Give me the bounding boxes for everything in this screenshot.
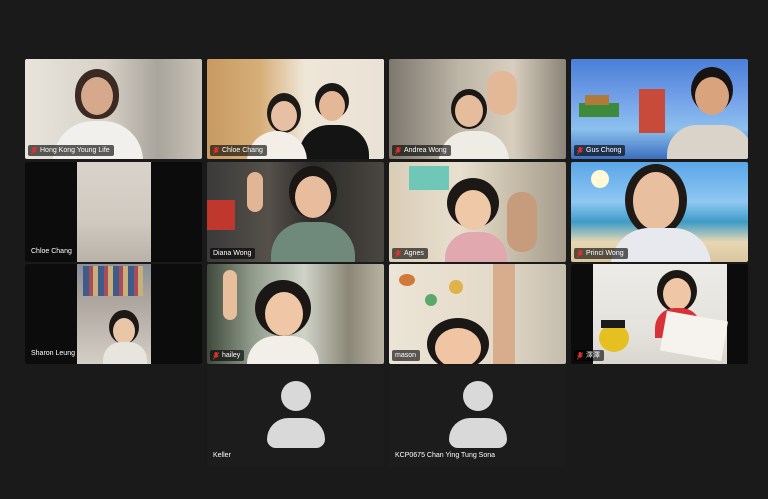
participant-name: Gus Chong	[586, 147, 622, 154]
muted-mic-icon	[213, 351, 219, 360]
name-tag: mason	[392, 350, 421, 361]
participant-name: Princi Wong	[586, 250, 624, 257]
participant-video	[571, 59, 748, 159]
participant-video	[571, 264, 748, 364]
muted-mic-icon	[577, 249, 583, 258]
name-tag: Diana Wong	[210, 248, 256, 259]
participant-video	[571, 162, 748, 262]
participant-name: Agnes	[404, 250, 424, 257]
name-tag: hailey	[210, 350, 245, 361]
participant-video	[25, 59, 202, 159]
participant-name: Sharon Leung	[31, 350, 75, 357]
participant-name: Andrea Wong	[404, 147, 447, 154]
name-tag: Keller	[213, 451, 231, 460]
name-tag: 澤澤	[574, 350, 604, 361]
participant-name: Hong Kong Young Life	[40, 147, 110, 154]
gallery-view: Hong Kong Young Life Chloe Chang Andrea …	[0, 0, 768, 499]
name-tag: Chloe Chang	[210, 145, 267, 156]
default-avatar-icon	[207, 366, 384, 466]
name-tag: Agnes	[392, 248, 428, 259]
name-tag: Hong Kong Young Life	[28, 145, 114, 156]
participant-name: mason	[395, 352, 417, 359]
participant-tile[interactable]: hailey	[207, 264, 384, 364]
participant-name: Chloe Chang	[31, 248, 72, 255]
participant-name: 澤澤	[586, 352, 600, 359]
participant-tile-video-off[interactable]: KCP0675 Chan Ying Tung Sona	[389, 366, 566, 466]
name-tag: KCP0675 Chan Ying Tung Sona	[395, 451, 495, 460]
participant-tile[interactable]: Hong Kong Young Life	[25, 59, 202, 159]
participant-video	[207, 59, 384, 159]
participant-name: Keller	[213, 452, 231, 459]
muted-mic-icon	[577, 146, 583, 155]
participant-video	[389, 162, 566, 262]
muted-mic-icon	[213, 146, 219, 155]
name-tag: Andrea Wong	[392, 145, 451, 156]
participant-tile[interactable]: Diana Wong	[207, 162, 384, 262]
participant-tile[interactable]: Chloe Chang	[25, 162, 202, 262]
muted-mic-icon	[395, 249, 401, 258]
participant-name: hailey	[222, 352, 241, 359]
participant-tile[interactable]: Agnes	[389, 162, 566, 262]
participant-video	[207, 264, 384, 364]
name-tag: Chloe Chang	[31, 247, 72, 256]
muted-mic-icon	[577, 351, 583, 360]
participant-tile-active-speaker[interactable]: Chloe Chang	[207, 59, 384, 159]
participant-name: Chloe Chang	[222, 147, 263, 154]
participant-name: Diana Wong	[213, 250, 252, 257]
participant-video	[389, 264, 566, 364]
muted-mic-icon	[31, 146, 37, 155]
participant-tile[interactable]: Andrea Wong	[389, 59, 566, 159]
participant-tile-video-off[interactable]: Keller	[207, 366, 384, 466]
participant-tile[interactable]: Princi Wong	[571, 162, 748, 262]
name-tag: Gus Chong	[574, 145, 626, 156]
participant-video	[207, 162, 384, 262]
participant-tile[interactable]: Gus Chong	[571, 59, 748, 159]
participant-tile[interactable]: Sharon Leung	[25, 264, 202, 364]
muted-mic-icon	[395, 146, 401, 155]
participant-tile[interactable]: 澤澤	[571, 264, 748, 364]
name-tag: Princi Wong	[574, 248, 628, 259]
participant-tile[interactable]: mason	[389, 264, 566, 364]
participant-name: KCP0675 Chan Ying Tung Sona	[395, 452, 496, 459]
participant-video	[389, 59, 566, 159]
name-tag: Sharon Leung	[31, 349, 75, 358]
